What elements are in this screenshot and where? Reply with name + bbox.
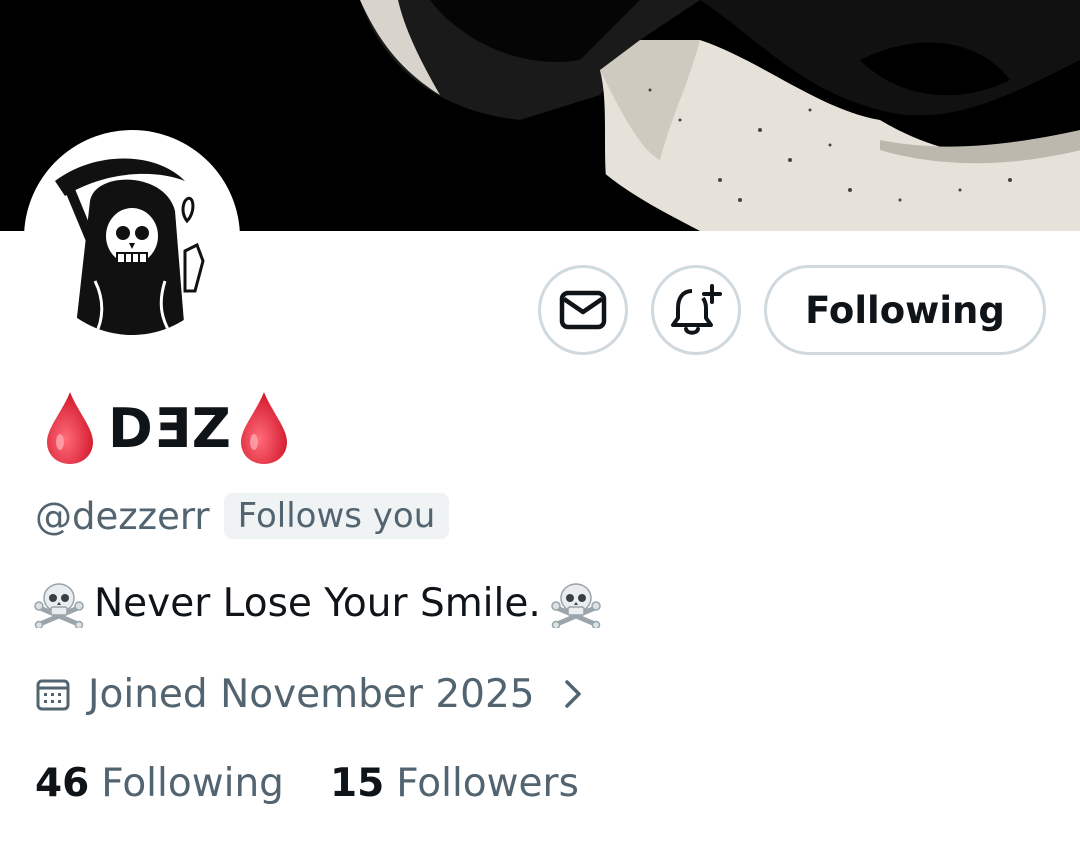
following-count: 46 xyxy=(35,760,90,806)
joined-date-row[interactable]: Joined November 2025 xyxy=(36,667,583,721)
avatar[interactable] xyxy=(24,130,240,346)
followers-count: 15 xyxy=(329,760,385,806)
skull-crossbones-icon xyxy=(34,583,84,628)
username-handle: @dezzerr xyxy=(35,494,210,538)
skull-crossbones-icon xyxy=(551,583,601,628)
envelope-icon xyxy=(559,290,607,330)
following-stat[interactable]: 46 Following xyxy=(35,761,284,806)
display-name: DƎZ xyxy=(108,396,232,460)
follows-you-badge: Follows you xyxy=(223,493,450,539)
handle-row: @dezzerr Follows you xyxy=(35,492,450,540)
bio-text: Never Lose Your Smile. xyxy=(94,580,541,626)
bell-plus-icon xyxy=(671,284,722,335)
bio: Never Lose Your Smile. xyxy=(34,574,601,632)
followers-label: Followers xyxy=(396,760,579,806)
chevron-right-icon xyxy=(564,680,581,708)
grim-reaper-avatar-image xyxy=(35,141,229,335)
display-name-row: DƎZ xyxy=(44,388,290,468)
message-button[interactable] xyxy=(538,265,628,355)
blood-drop-icon xyxy=(47,392,93,464)
follow-stats: 46 Following 15 Followers xyxy=(35,756,579,810)
following-label: Following xyxy=(101,760,284,806)
followers-stat[interactable]: 15 Followers xyxy=(330,761,579,806)
following-button[interactable]: Following xyxy=(764,265,1046,355)
joined-date: Joined November 2025 xyxy=(88,671,535,717)
notifications-button[interactable] xyxy=(651,265,741,355)
blood-drop-icon xyxy=(240,392,287,464)
calendar-icon xyxy=(36,679,70,711)
